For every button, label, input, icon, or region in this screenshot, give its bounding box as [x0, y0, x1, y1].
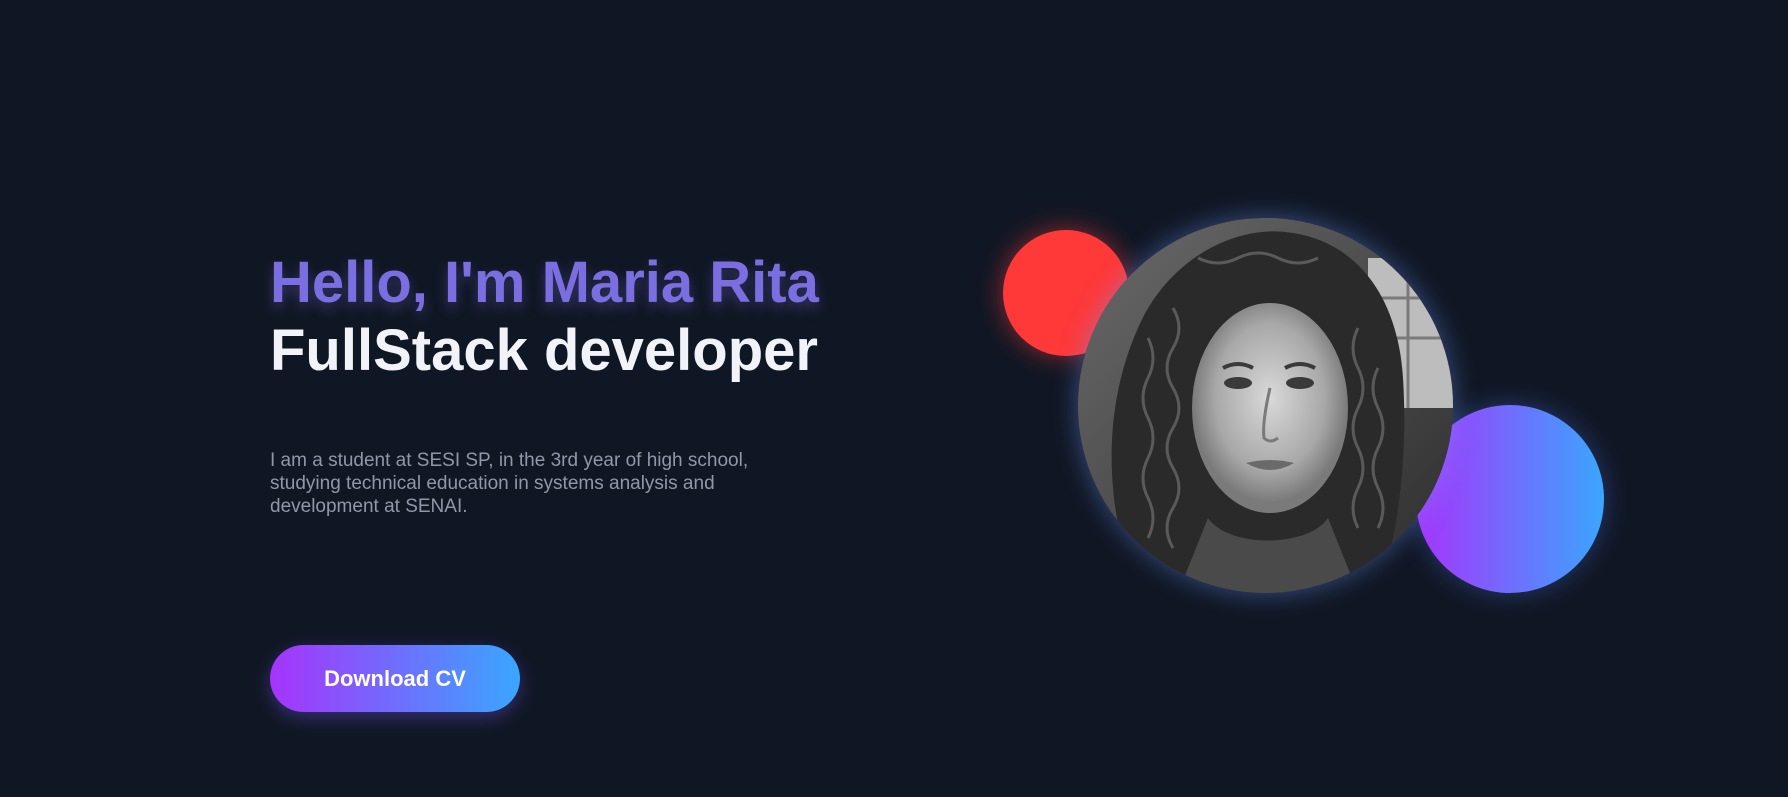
hero-section: Hello, I'm Maria Rita FullStack develope… — [0, 0, 1788, 797]
profile-photo-illustration — [1078, 218, 1453, 593]
download-cv-button[interactable]: Download CV — [270, 645, 520, 712]
hero-heading: Hello, I'm Maria Rita FullStack develope… — [270, 250, 890, 386]
profile-photo — [1078, 218, 1453, 593]
role-heading: FullStack developer — [270, 318, 818, 383]
intro-paragraph: I am a student at SESI SP, in the 3rd ye… — [270, 450, 749, 517]
greeting-heading: Hello, I'm Maria Rita — [270, 250, 819, 315]
